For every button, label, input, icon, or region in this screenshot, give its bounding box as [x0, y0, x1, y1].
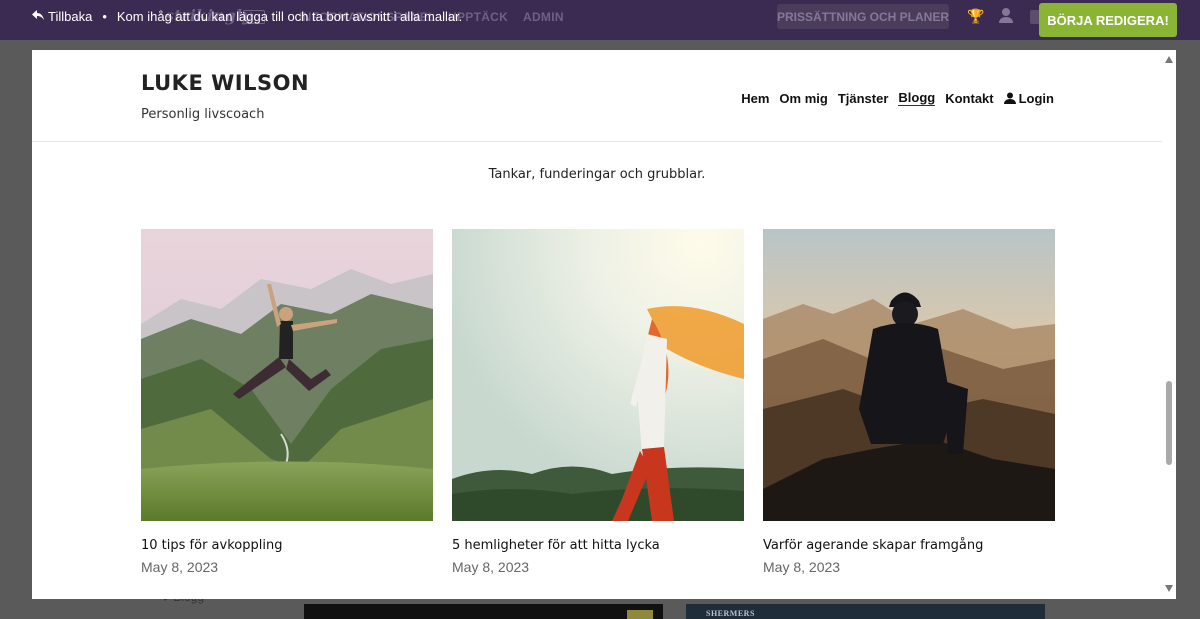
menu-contact[interactable]: Kontakt — [945, 91, 993, 106]
blog-post-card[interactable]: 5 hemligheter för att hitta lycka May 8,… — [452, 229, 744, 575]
blog-tagline: Tankar, funderingar och grubblar. — [488, 167, 706, 182]
login-label: Login — [1018, 90, 1054, 106]
site-menu: Hem Om mig Tjänster Blogg Kontakt Login — [741, 90, 1054, 106]
post-date: May 8, 2023 — [763, 559, 841, 575]
post-date: May 8, 2023 — [141, 559, 219, 575]
start-editing-button[interactable]: BÖRJA REDIGERA! — [1039, 3, 1177, 37]
menu-blog[interactable]: Blogg — [898, 90, 936, 106]
blog-post-card[interactable]: Varför agerande skapar framgång May 8, 2… — [763, 229, 1055, 575]
scroll-down-arrow-icon[interactable] — [1165, 585, 1173, 592]
bg-card-badge — [627, 610, 653, 619]
menu-home[interactable]: Hem — [741, 91, 769, 106]
bg-card-title: SHERMERS — [706, 609, 755, 618]
bg-template-card-2[interactable]: SHERMERS — [686, 604, 1045, 619]
menu-about[interactable]: Om mig — [779, 91, 827, 106]
user-icon — [1003, 92, 1016, 104]
pricing-button[interactable]: PRISSÄTTNING OCH PLANER — [777, 4, 949, 29]
post-title[interactable]: 5 hemligheter för att hitta lycka — [452, 538, 744, 553]
back-arrow-icon[interactable] — [32, 9, 44, 24]
top-bar: strikingly INFORMATIONSPANEL UPPTÄCK ADM… — [0, 0, 1200, 40]
bg-template-card-1[interactable] — [304, 604, 663, 619]
site-header: LUKE WILSON Personlig livscoach Hem Om m… — [32, 50, 1162, 142]
hint-text: Kom ihåg att du kan lägga till och ta bo… — [116, 9, 463, 24]
post-date: May 8, 2023 — [452, 559, 530, 575]
site-subtitle: Personlig livscoach — [141, 107, 265, 122]
trophy-icon[interactable]: 🏆 — [967, 8, 984, 25]
back-link[interactable]: Tillbaka — [48, 9, 92, 24]
post-image[interactable] — [452, 229, 744, 521]
post-title[interactable]: Varför agerande skapar framgång — [763, 538, 1055, 553]
post-image[interactable] — [763, 229, 1055, 521]
post-image[interactable] — [141, 229, 433, 521]
back-hint: Tillbaka • Kom ihåg att du kan lägga til… — [32, 9, 462, 24]
post-title[interactable]: 10 tips för avkoppling — [141, 538, 433, 553]
template-preview: LUKE WILSON Personlig livscoach Hem Om m… — [32, 50, 1176, 599]
user-icon[interactable] — [998, 7, 1014, 28]
scrollbar-thumb[interactable] — [1166, 381, 1172, 465]
site-title[interactable]: LUKE WILSON — [141, 71, 309, 95]
menu-login[interactable]: Login — [1003, 90, 1054, 106]
nav-admin[interactable]: ADMIN — [523, 10, 564, 24]
blog-post-card[interactable]: 10 tips för avkoppling May 8, 2023 — [141, 229, 433, 575]
menu-services[interactable]: Tjänster — [838, 91, 889, 106]
separator-dot: • — [102, 9, 107, 24]
scroll-up-arrow-icon[interactable] — [1165, 56, 1173, 63]
